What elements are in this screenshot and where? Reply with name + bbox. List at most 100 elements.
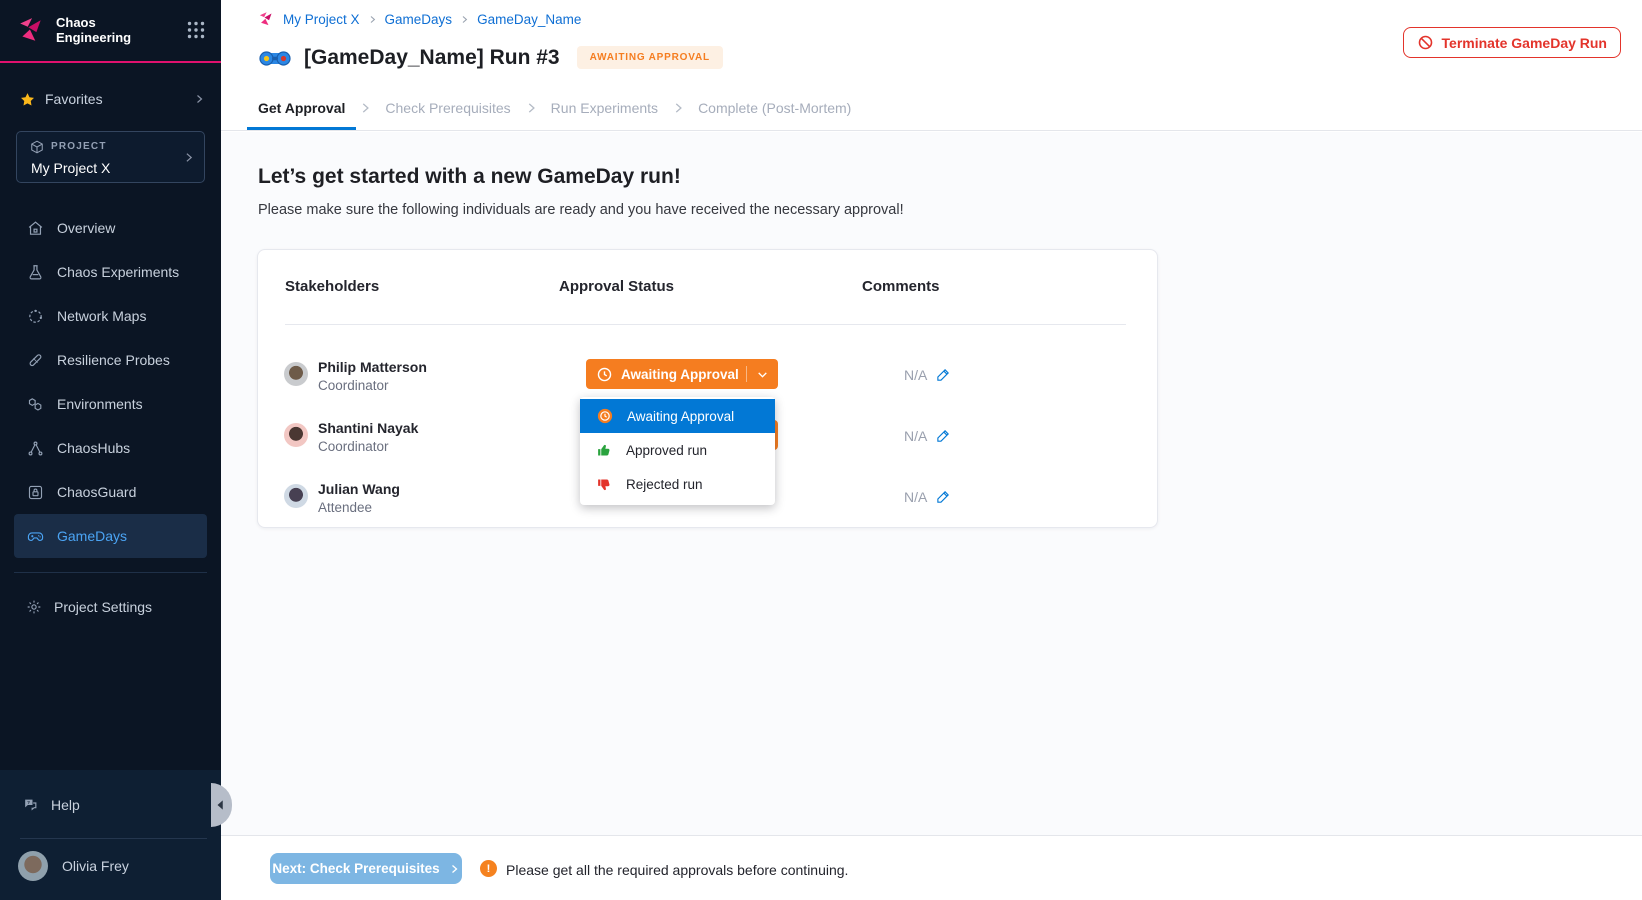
- sidebar-bottom: ? Help Olivia Frey: [0, 770, 221, 900]
- edit-pencil-icon[interactable]: [936, 367, 951, 382]
- column-header-approval-status: Approval Status: [559, 278, 674, 295]
- gear-icon: [26, 599, 42, 615]
- stakeholder-name: Shantini Nayak: [318, 420, 418, 436]
- sidebar-item-project-settings[interactable]: Project Settings: [0, 590, 221, 624]
- cube-icon: [30, 140, 44, 154]
- footer-bar: Next: Check Prerequisites ! Please get a…: [221, 835, 1642, 900]
- sidebar-item-chaoshubs[interactable]: ChaosHubs: [14, 426, 207, 470]
- chevron-right-icon: [368, 15, 377, 24]
- chevron-right-icon: [522, 85, 540, 130]
- stakeholder-role: Coordinator: [318, 378, 389, 393]
- main-area: My Project X GameDays GameDay_Name [Game…: [221, 0, 1642, 900]
- svg-text:?: ?: [27, 800, 30, 805]
- content: Let’s get started with a new GameDay run…: [221, 132, 1642, 835]
- sidebar-nav: Overview Chaos Experiments Network Maps …: [0, 206, 221, 558]
- project-name: My Project X: [31, 160, 110, 176]
- edit-pencil-icon[interactable]: [936, 428, 951, 443]
- nav-label: ChaosGuard: [57, 484, 136, 500]
- avatar: [18, 851, 48, 881]
- breadcrumb-logo-icon: [258, 11, 274, 27]
- tab-run-experiments[interactable]: Run Experiments: [540, 85, 669, 130]
- thumbs-down-icon: [596, 476, 613, 493]
- next-check-prerequisites-button[interactable]: Next: Check Prerequisites: [270, 853, 462, 884]
- status-dropdown-menu: Awaiting Approval Approved run Rejected …: [580, 397, 775, 505]
- page-subheading: Please make sure the following individua…: [258, 202, 904, 218]
- help-label: Help: [51, 797, 80, 813]
- node-tree-icon: [27, 440, 44, 457]
- lock-icon: [27, 484, 44, 501]
- project-selector[interactable]: PROJECT My Project X: [16, 131, 205, 183]
- button-divider: [746, 366, 747, 382]
- sidebar-item-environments[interactable]: Environments: [14, 382, 207, 426]
- gameday-title-icon: [258, 46, 292, 70]
- breadcrumb-link-gameday-name[interactable]: GameDay_Name: [477, 12, 581, 27]
- comment-value: N/A: [904, 367, 927, 383]
- stakeholder-role: Coordinator: [318, 439, 389, 454]
- nav-label: Network Maps: [57, 308, 146, 324]
- title-row: [GameDay_Name] Run #3 AWAITING APPROVAL: [258, 42, 723, 73]
- home-icon: [27, 220, 44, 237]
- breadcrumb-link-gamedays[interactable]: GameDays: [385, 12, 453, 27]
- approval-card: Stakeholders Approval Status Comments Ph…: [257, 249, 1158, 528]
- project-settings-label: Project Settings: [54, 599, 152, 615]
- page-heading: Let’s get started with a new GameDay run…: [258, 165, 681, 189]
- harness-logo-icon: [18, 16, 44, 44]
- user-menu[interactable]: Olivia Frey: [0, 851, 221, 881]
- warning-icon: !: [480, 860, 497, 877]
- sidebar-item-gamedays[interactable]: GameDays: [14, 514, 207, 558]
- brand: Chaos Engineering: [18, 15, 131, 45]
- dropdown-option-approved-run[interactable]: Approved run: [580, 433, 775, 467]
- sidebar-item-resilience-probes[interactable]: Resilience Probes: [14, 338, 207, 382]
- chevron-right-icon: [356, 85, 374, 130]
- breadcrumb-link-project[interactable]: My Project X: [283, 12, 360, 27]
- sidebar-item-network-maps[interactable]: Network Maps: [14, 294, 207, 338]
- brand-name: Chaos Engineering: [56, 15, 131, 45]
- favorites-label: Favorites: [45, 91, 103, 107]
- flask-icon: [27, 264, 44, 281]
- dropdown-option-rejected-run[interactable]: Rejected run: [580, 467, 775, 501]
- stakeholder-name: Philip Matterson: [318, 359, 427, 375]
- page-title: [GameDay_Name] Run #3: [304, 46, 560, 70]
- tab-get-approval[interactable]: Get Approval: [247, 85, 356, 130]
- column-header-stakeholders: Stakeholders: [285, 278, 379, 295]
- sidebar-item-overview[interactable]: Overview: [14, 206, 207, 250]
- dropdown-option-awaiting-approval[interactable]: Awaiting Approval: [580, 399, 775, 433]
- thumbs-up-icon: [596, 442, 613, 459]
- sidebar-item-chaosguard[interactable]: ChaosGuard: [14, 470, 207, 514]
- star-icon: [20, 92, 35, 107]
- chevron-right-icon: [182, 151, 195, 164]
- avatar: [284, 362, 308, 386]
- header-divider: [285, 324, 1126, 325]
- status-dropdown-trigger[interactable]: Awaiting Approval: [586, 359, 778, 389]
- comment-value: N/A: [904, 489, 927, 505]
- nav-label: Resilience Probes: [57, 352, 170, 368]
- column-header-comments: Comments: [862, 278, 940, 295]
- project-eyebrow: PROJECT: [51, 141, 107, 152]
- sidebar-bottom-divider: [20, 838, 207, 839]
- network-maps-icon: [27, 308, 44, 325]
- chevron-down-icon: [756, 368, 769, 381]
- nav-label: Environments: [57, 396, 143, 412]
- chevron-right-icon: [193, 93, 205, 105]
- nav-label: GameDays: [57, 528, 127, 544]
- edit-pencil-icon[interactable]: [936, 489, 951, 504]
- chevron-right-icon: [460, 15, 469, 24]
- user-name: Olivia Frey: [62, 858, 129, 874]
- tab-complete-post-mortem[interactable]: Complete (Post-Mortem): [687, 85, 862, 130]
- sidebar-item-favorites[interactable]: Favorites: [0, 85, 221, 113]
- avatar: [284, 484, 308, 508]
- status-badge: AWAITING APPROVAL: [577, 46, 723, 69]
- nav-label: Overview: [57, 220, 115, 236]
- clock-badge-icon: [596, 407, 614, 425]
- comment-value: N/A: [904, 428, 927, 444]
- tab-check-prerequisites[interactable]: Check Prerequisites: [374, 85, 521, 130]
- help-chat-icon: ?: [22, 797, 39, 813]
- breadcrumb: My Project X GameDays GameDay_Name: [258, 11, 581, 27]
- sidebar-item-chaos-experiments[interactable]: Chaos Experiments: [14, 250, 207, 294]
- apps-grid-icon[interactable]: [187, 21, 205, 39]
- sidebar-item-help[interactable]: ? Help: [0, 792, 221, 818]
- terminate-gameday-button[interactable]: Terminate GameDay Run: [1403, 27, 1621, 58]
- chevron-right-icon: [448, 863, 460, 875]
- nav-label: Chaos Experiments: [57, 264, 179, 280]
- hexagons-icon: [27, 396, 44, 413]
